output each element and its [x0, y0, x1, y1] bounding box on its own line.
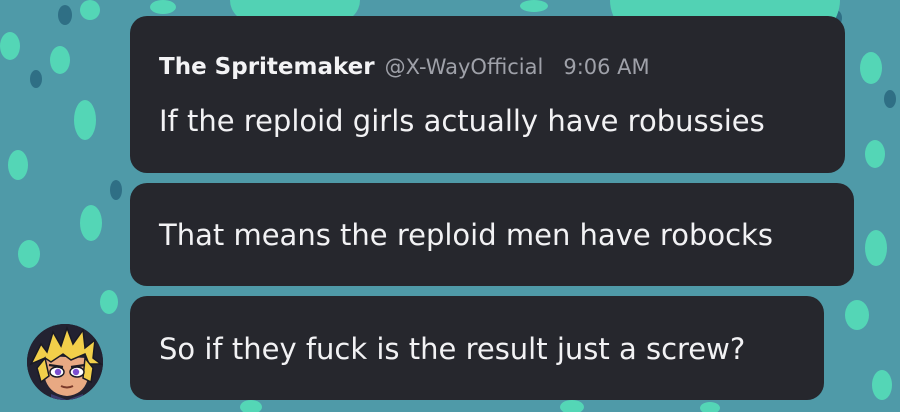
author-handle[interactable]: @X-WayOfficial — [385, 55, 544, 79]
message-text: If the reploid girls actually have robus… — [159, 104, 765, 138]
author-avatar[interactable] — [27, 324, 103, 400]
message-header: The Spritemaker @X-WayOfficial 9:06 AM — [159, 54, 650, 80]
message-bubble-second[interactable]: That means the reploid men have robocks — [130, 183, 854, 286]
message-text: That means the reploid men have robocks — [159, 218, 773, 252]
message-bubble-third[interactable]: So if they fuck is the result just a scr… — [130, 296, 824, 400]
message-text: So if they fuck is the result just a scr… — [159, 332, 746, 366]
author-display-name[interactable]: The Spritemaker — [159, 54, 375, 80]
message-timestamp: 9:06 AM — [563, 55, 650, 79]
message-bubble-first[interactable]: The Spritemaker @X-WayOfficial 9:06 AM I… — [130, 16, 845, 173]
avatar-cartoon-face-icon — [27, 324, 103, 400]
